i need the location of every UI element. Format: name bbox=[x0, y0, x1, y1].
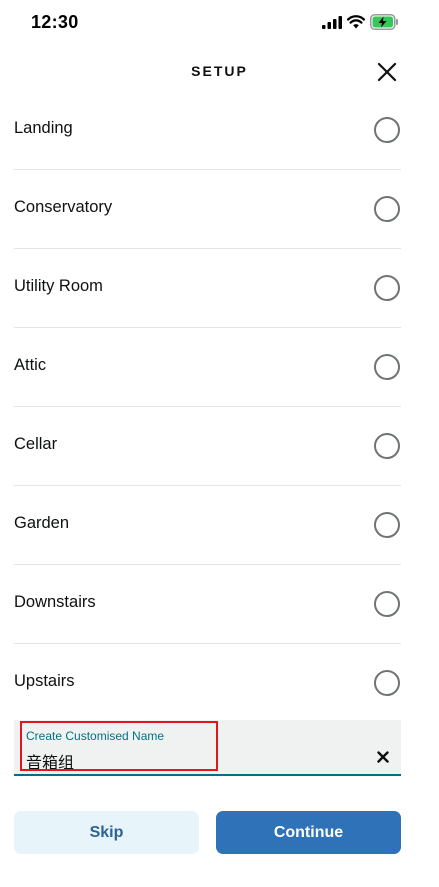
room-label: Downstairs bbox=[14, 593, 96, 611]
room-option-landing[interactable]: Landing bbox=[14, 91, 401, 170]
radio-button[interactable] bbox=[374, 433, 400, 459]
custom-name-value[interactable]: 音箱组 bbox=[26, 749, 74, 773]
room-label: Garden bbox=[14, 514, 70, 532]
room-label: Conservatory bbox=[14, 198, 113, 216]
custom-name-label: Create Customised Name bbox=[26, 729, 165, 743]
room-option-garden[interactable]: Garden bbox=[14, 486, 401, 565]
radio-button[interactable] bbox=[374, 354, 400, 380]
radio-button[interactable] bbox=[374, 512, 400, 538]
room-option-cellar[interactable]: Cellar bbox=[14, 407, 401, 486]
room-option-utility-room[interactable]: Utility Room bbox=[14, 249, 401, 328]
continue-button[interactable]: Continue bbox=[216, 811, 401, 854]
room-option-attic[interactable]: Attic bbox=[14, 328, 401, 407]
room-label: Upstairs bbox=[14, 672, 75, 690]
room-label: Cellar bbox=[14, 435, 58, 453]
header: SETUP bbox=[0, 48, 439, 96]
room-list: Landing Conservatory Utility Room Attic … bbox=[14, 91, 401, 723]
close-icon[interactable] bbox=[373, 58, 401, 86]
radio-button[interactable] bbox=[374, 117, 400, 143]
custom-name-input[interactable]: Create Customised Name 音箱组 bbox=[14, 720, 401, 776]
radio-button[interactable] bbox=[374, 670, 400, 696]
radio-button[interactable] bbox=[374, 275, 400, 301]
status-bar: 12:30 bbox=[0, 0, 439, 48]
room-option-downstairs[interactable]: Downstairs bbox=[14, 565, 401, 644]
signal-icon bbox=[322, 16, 342, 29]
battery-charging-icon bbox=[370, 14, 398, 30]
radio-button[interactable] bbox=[374, 591, 400, 617]
clear-icon[interactable] bbox=[375, 749, 391, 765]
room-label: Utility Room bbox=[14, 277, 103, 295]
room-option-conservatory[interactable]: Conservatory bbox=[14, 170, 401, 249]
radio-button[interactable] bbox=[374, 196, 400, 222]
room-option-upstairs[interactable]: Upstairs bbox=[14, 644, 401, 723]
wifi-icon bbox=[347, 15, 365, 29]
room-label: Attic bbox=[14, 356, 47, 374]
status-time: 12:30 bbox=[31, 12, 79, 32]
room-label: Landing bbox=[14, 119, 73, 137]
skip-button[interactable]: Skip bbox=[14, 811, 199, 854]
